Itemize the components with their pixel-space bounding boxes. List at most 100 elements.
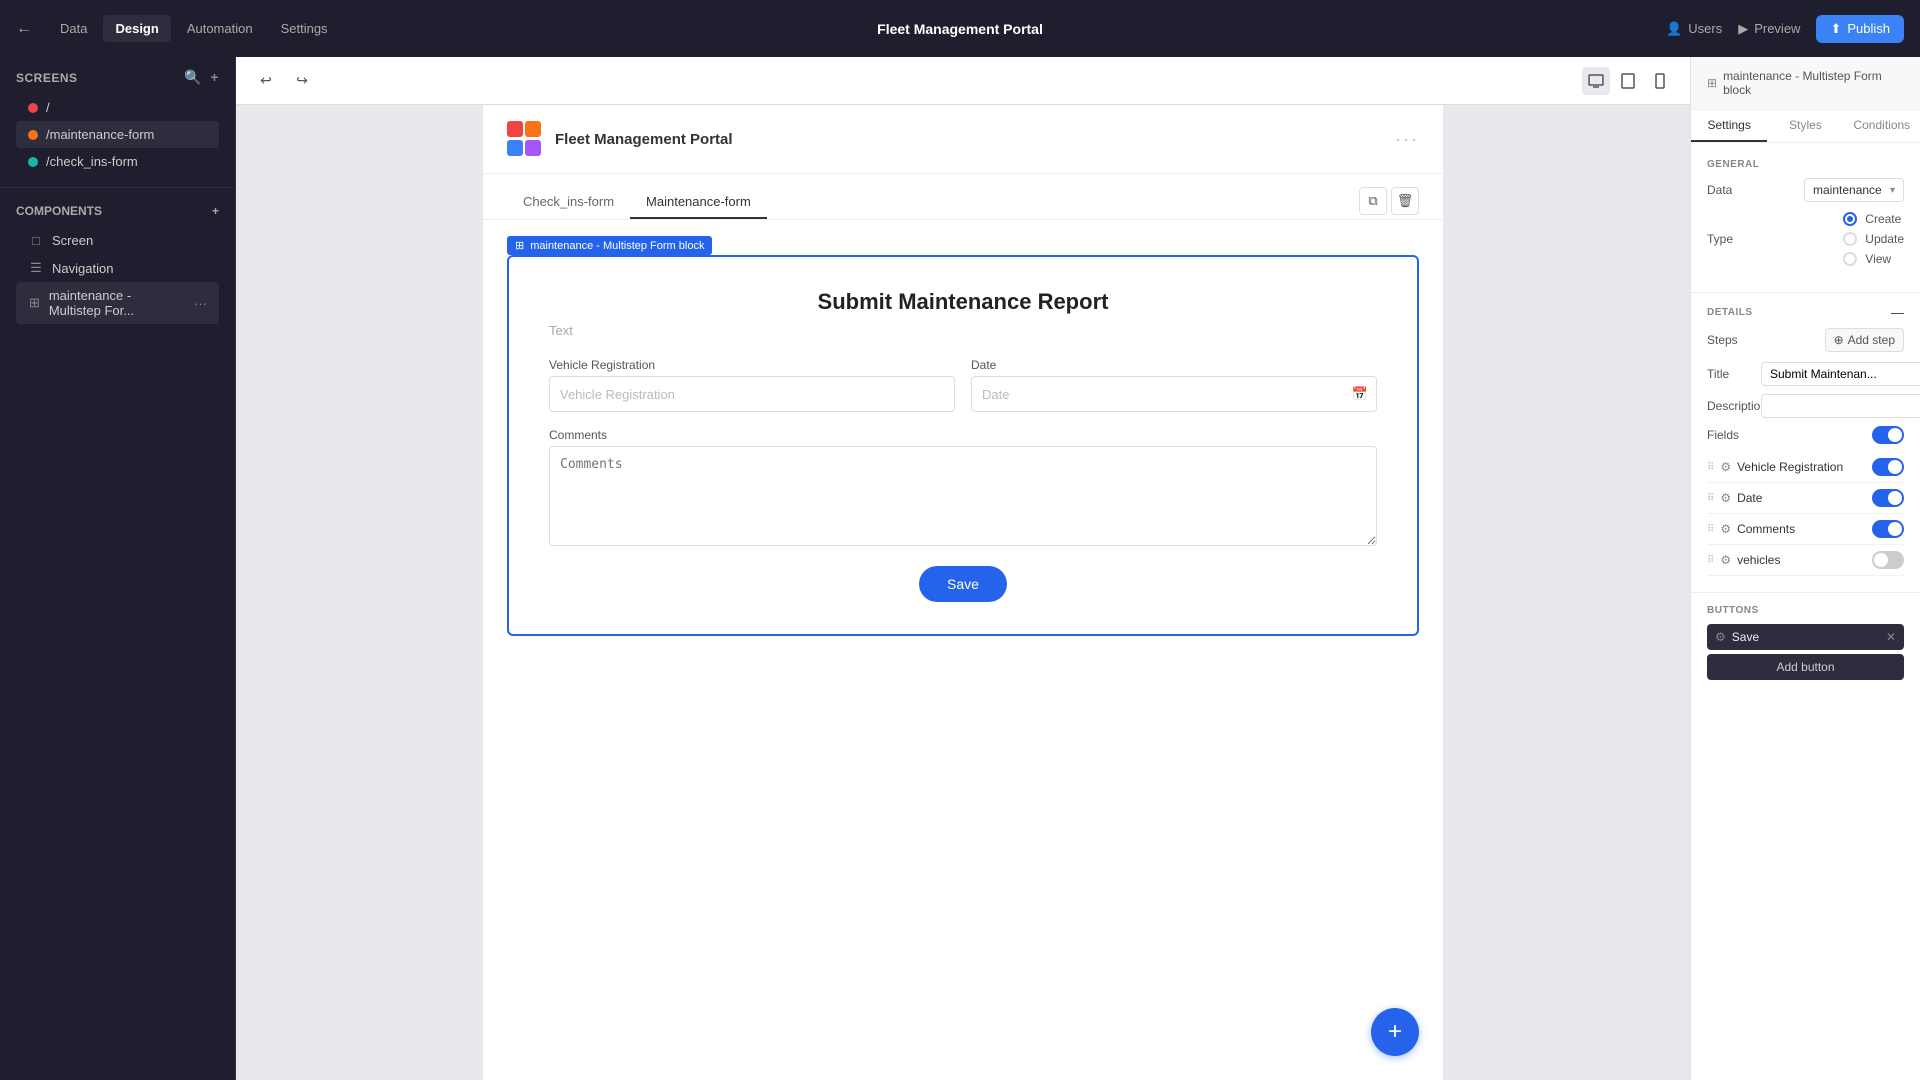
field-name-vehicle-reg: Vehicle Registration [1737,460,1866,474]
sidebar-divider [0,187,235,188]
field-item-vehicle-reg: ⠿ ⚙ Vehicle Registration [1707,452,1904,483]
app-tab-maintenance[interactable]: Maintenance-form [630,186,767,219]
date-label: Date [971,358,1377,372]
users-button[interactable]: 👤 Users [1666,21,1722,37]
search-icon[interactable]: 🔍 [184,69,202,86]
fab-button[interactable]: + [1371,1008,1419,1056]
radio-circle-view [1843,252,1857,266]
panel-tab-styles[interactable]: Styles [1767,110,1843,142]
drag-handle-icon[interactable]: ⠿ [1707,493,1714,504]
users-icon: 👤 [1666,21,1682,37]
form-block-label-text: maintenance - Multistep Form block [530,240,704,252]
screens-label: Screens [16,71,78,85]
preview-button[interactable]: ▶ Preview [1738,21,1800,37]
add-button-button[interactable]: Add button [1707,654,1904,680]
form-field-vehicle-reg: Vehicle Registration Vehicle Registratio… [549,358,955,412]
left-sidebar: Screens 🔍 + / /maintenance-form /check_i… [0,57,236,1080]
comments-label: Comments [549,428,1377,442]
publish-icon: ⬆ [1830,21,1841,37]
drag-handle-icon[interactable]: ⠿ [1707,462,1714,473]
gear-icon[interactable]: ⚙ [1720,491,1731,505]
add-step-icon: ⊕ [1834,333,1844,347]
chevron-down-icon: ▾ [1890,185,1895,196]
logo-sq-blue [507,140,523,156]
title-row: Title ⚡ [1707,362,1904,386]
mobile-view-button[interactable] [1646,67,1674,95]
panel-tab-settings[interactable]: Settings [1691,110,1767,142]
comp-menu-icon[interactable]: ··· [194,296,207,311]
radio-update[interactable]: Update [1843,232,1904,246]
app-header-dots-icon[interactable]: ··· [1395,129,1419,150]
form-field-comments: Comments [549,428,1377,546]
tab-delete-button[interactable]: 🗑 [1391,187,1419,215]
desktop-view-button[interactable] [1582,67,1610,95]
tab-design[interactable]: Design [103,15,170,42]
tab-copy-button[interactable]: ⧉ [1359,187,1387,215]
field-toggle-comments[interactable] [1872,520,1904,538]
date-placeholder: Date [982,387,1009,402]
button-remove-icon[interactable]: ✕ [1886,630,1896,644]
back-button[interactable]: ← [16,20,32,38]
canvas-toolbar: ↩ ↪ [236,57,1690,105]
radio-circle-update [1843,232,1857,246]
field-toggle-vehicles[interactable] [1872,551,1904,569]
add-component-icon[interactable]: + [212,204,219,218]
comp-item-form-block[interactable]: ⊞ maintenance - Multistep For... ··· [16,282,219,324]
radio-label-update: Update [1865,232,1904,246]
form-comp-icon: ⊞ [28,295,41,311]
field-toggle-vehicle-reg[interactable] [1872,458,1904,476]
drag-handle-icon[interactable]: ⠿ [1707,524,1714,535]
radio-create[interactable]: Create [1843,212,1904,226]
comp-item-screen[interactable]: □ Screen [16,226,219,254]
panel-divider-2 [1691,592,1920,593]
screen-label-checkins: /check_ins-form [46,154,138,169]
button-gear-icon[interactable]: ⚙ [1715,630,1726,644]
right-panel: ⊞ maintenance - Multistep Form block Set… [1690,57,1920,1080]
comp-label-form-block: maintenance - Multistep For... [49,288,186,318]
vehicle-reg-input[interactable]: Vehicle Registration [549,376,955,412]
center-canvas: ↩ ↪ [236,57,1690,1080]
app-preview: Fleet Management Portal ··· Check_ins-fo… [483,105,1443,1080]
screen-label-maintenance: /maintenance-form [46,127,154,142]
date-input[interactable]: Date 📅 [971,376,1377,412]
fields-toggle[interactable] [1872,426,1904,444]
screen-label-root: / [46,100,50,115]
gear-icon[interactable]: ⚙ [1720,553,1731,567]
radio-view[interactable]: View [1843,252,1904,266]
form-save-button[interactable]: Save [919,566,1007,602]
type-radio-group: Create Update View [1843,212,1904,266]
tab-settings[interactable]: Settings [269,15,340,42]
comp-item-navigation[interactable]: ☰ Navigation [16,254,219,282]
gear-icon[interactable]: ⚙ [1720,522,1731,536]
drag-handle-icon[interactable]: ⠿ [1707,555,1714,566]
panel-tab-conditions[interactable]: Conditions [1844,110,1920,142]
view-toggle-buttons [1582,67,1674,95]
general-section: GENERAL Data maintenance ▾ Type Create [1691,155,1920,284]
tab-automation[interactable]: Automation [175,15,265,42]
publish-button[interactable]: ⬆ Publish [1816,15,1904,43]
components-header: Components + [16,204,219,218]
field-toggle-date[interactable] [1872,489,1904,507]
add-screen-icon[interactable]: + [210,69,219,86]
tablet-view-button[interactable] [1614,67,1642,95]
undo-button[interactable]: ↩ [252,67,280,95]
screen-item-root[interactable]: / [16,94,219,121]
app-tab-checkins[interactable]: Check_ins-form [507,186,630,219]
description-input[interactable] [1761,394,1920,418]
add-step-button[interactable]: ⊕ Add step [1825,328,1904,352]
screens-section-header: Screens 🔍 + [16,69,219,86]
screen-item-checkins[interactable]: /check_ins-form [16,148,219,175]
redo-button[interactable]: ↪ [288,67,316,95]
tab-data[interactable]: Data [48,15,99,42]
screen-item-maintenance[interactable]: /maintenance-form [16,121,219,148]
buttons-section-title: Buttons [1707,605,1759,616]
dot-icon [28,103,38,113]
comments-textarea[interactable] [549,446,1377,546]
app-preview-title: Fleet Management Portal [555,131,733,148]
gear-icon[interactable]: ⚙ [1720,460,1731,474]
preview-icon: ▶ [1738,21,1748,37]
details-collapse-icon[interactable]: — [1891,305,1904,320]
title-input[interactable] [1761,362,1920,386]
data-select[interactable]: maintenance ▾ [1804,178,1904,202]
form-block-label-tag[interactable]: ⊞ maintenance - Multistep Form block [507,236,712,255]
